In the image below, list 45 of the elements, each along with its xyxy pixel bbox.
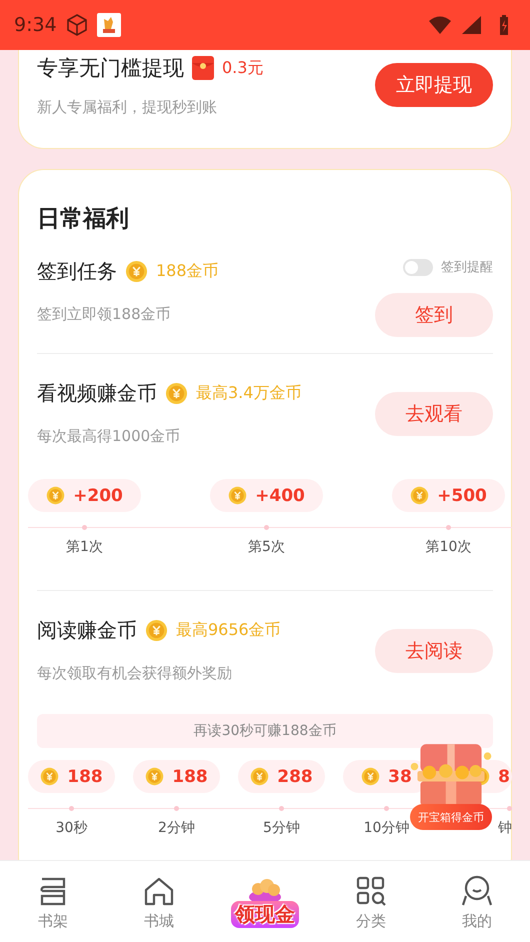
open-chest-button[interactable]: 开宝箱得金币 — [410, 804, 492, 830]
milestone-label: 钟 — [498, 819, 512, 837]
reward-pill: +400 — [210, 479, 323, 512]
reward-pill: 188 — [28, 760, 115, 793]
profile-icon — [460, 874, 494, 908]
task-button[interactable]: 去观看 — [375, 392, 493, 436]
reward-pill: 188 — [133, 760, 220, 793]
milestone-label: 第5次 — [248, 538, 285, 556]
reminder-label: 签到提醒 — [441, 259, 493, 276]
signal-icon — [460, 13, 484, 37]
task-button[interactable]: 签到 — [375, 293, 493, 337]
withdraw-button[interactable]: 立即提现 — [375, 63, 493, 107]
reward-pill: +500 — [392, 479, 505, 512]
withdraw-title: 专享无门槛提现 — [37, 55, 184, 82]
task-reward: 最高3.4万金币 — [196, 383, 302, 404]
task-reward: 188金币 — [156, 261, 219, 282]
task-title: 看视频赚金币 — [37, 380, 157, 407]
status-time: 9:34 — [14, 14, 57, 36]
app-icon — [96, 13, 121, 37]
task-button[interactable]: 去阅读 — [375, 628, 493, 672]
milestone-label: 30秒 — [56, 819, 88, 837]
nav-tab[interactable]: 分类 — [318, 861, 424, 942]
withdraw-subtitle: 新人专属福利，提现秒到账 — [37, 97, 218, 118]
task-reward: 最高9656金币 — [176, 620, 281, 641]
milestone-label: 5分钟 — [263, 819, 300, 837]
task-title: 阅读赚金币 — [37, 617, 137, 644]
milestone-label: 第1次 — [66, 538, 103, 556]
envelope-icon — [192, 56, 214, 80]
milestone-label: 10分钟 — [364, 819, 410, 837]
nav-tab[interactable]: 我的 — [424, 861, 530, 942]
progress-banner: 再读30秒可赚188金币 — [37, 714, 493, 748]
task-title: 签到任务 — [37, 258, 117, 285]
reminder-toggle[interactable] — [403, 258, 433, 276]
milestone-label: 第10次 — [426, 538, 472, 556]
reward-pill: +200 — [28, 479, 141, 512]
cube-icon — [64, 13, 89, 37]
withdraw-amount: 0.3元 — [222, 58, 264, 78]
task-subtitle: 每次领取有机会获得额外奖励 — [37, 663, 233, 684]
nav-tab[interactable]: 书架 — [0, 861, 106, 942]
task-subtitle: 签到立即领188金币 — [37, 304, 172, 325]
milestone-label: 2分钟 — [158, 819, 195, 837]
task-subtitle: 每次最高得1000金币 — [37, 426, 182, 447]
nav-tab[interactable]: 书城 — [106, 861, 212, 942]
reward-pill: 288 — [238, 760, 325, 793]
section-heading: 日常福利 — [37, 205, 130, 234]
